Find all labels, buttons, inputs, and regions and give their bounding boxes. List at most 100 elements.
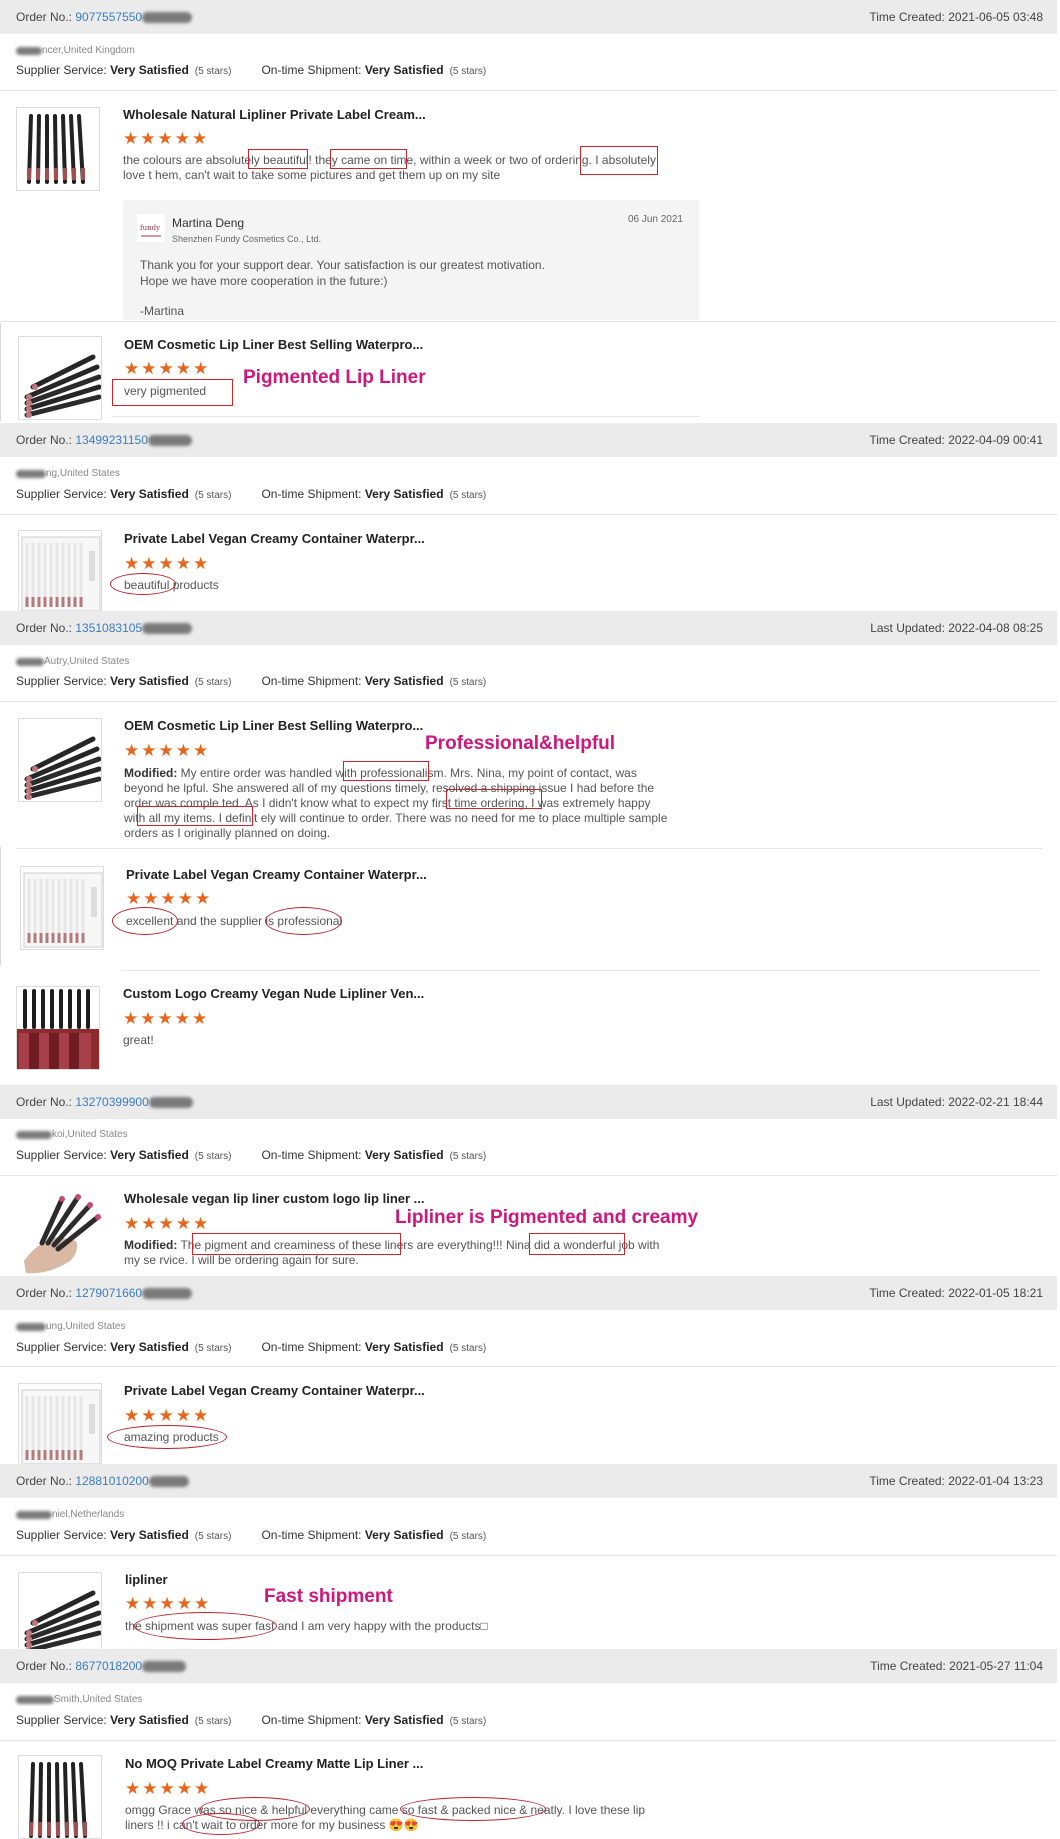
rating-stars: ★★★★★ [124,359,211,378]
divider [0,514,1057,515]
product-title[interactable]: Wholesale Natural Lipliner Private Label… [123,107,426,122]
product-thumbnail[interactable] [16,986,100,1070]
annotation-label: Lipliner is Pigmented and creamy [395,1207,699,1228]
buyer-info: ung,United States [16,1321,126,1332]
service-rating: Supplier Service: Very Satisfied (5 stars… [16,1340,487,1354]
divider [0,1740,1057,1741]
order-number: Order No.: 13499231150 [16,433,192,447]
lipliner-swatch-image [17,987,99,1069]
service-rating: Supplier Service: Very Satisfied (5 stars… [16,63,487,77]
divider [0,1555,1057,1556]
lipliner-pencils-image [29,1762,87,1838]
rating-stars: ★★★★★ [125,1779,212,1798]
order-time: Last Updated: 2022-02-21 18:44 [870,1095,1043,1109]
order-time: Time Created: 2021-06-05 03:48 [869,10,1043,24]
reply-signature: -Martina [140,304,185,318]
lipliner-fan-image [24,736,101,800]
product-title[interactable]: OEM Cosmetic Lip Liner Best Selling Wate… [124,337,423,352]
supplier-reply: fundy Martina Deng Shenzhen Fundy Cosmet… [123,200,699,320]
product-title[interactable]: Private Label Vegan Creamy Container Wat… [124,1383,425,1398]
service-rating: Supplier Service: Very Satisfied (5 stars… [16,1713,487,1727]
product-title[interactable]: Wholesale vegan lip liner custom logo li… [124,1191,425,1206]
product-thumbnail[interactable] [18,530,102,614]
product-thumbnail[interactable] [18,336,102,420]
reply-line: Thank you for your support dear. Your sa… [140,258,545,272]
service-rating: Supplier Service: Very Satisfied (5 stars… [16,1148,487,1162]
product-title[interactable]: lipliner [125,1572,168,1587]
order-number: Order No.: 12881010200 [16,1474,189,1488]
order-header: Order No.: 8677018200 Time Created: 2021… [0,1649,1057,1683]
rating-stars: ★★★★★ [126,889,213,908]
buyer-info: Smith,United States [16,1694,142,1705]
order-number-link[interactable]: 1351083105 [75,621,142,635]
rating-stars: ★★★★★ [124,554,211,573]
lipliner-fan-image [24,354,101,418]
divider [0,1175,1057,1176]
product-thumbnail[interactable] [18,718,102,802]
order-number: Order No.: 9077557550 [16,10,193,24]
review-text: amazing products [124,1430,219,1444]
order-time: Last Updated: 2022-04-08 08:25 [870,621,1043,635]
product-thumbnail[interactable] [18,1191,102,1275]
review-text: very pigmented [124,384,207,398]
lipliner-box-image [21,1389,101,1465]
reply-author: Martina Deng [172,216,245,230]
product-title[interactable]: OEM Cosmetic Lip Liner Best Selling Wate… [124,718,423,733]
review-text: great! [123,1033,154,1047]
annotation-label: Pigmented Lip Liner [243,367,426,388]
review-text: excellent and the supplier is profession… [126,914,343,928]
order-time: Time Created: 2022-01-05 18:21 [869,1286,1043,1300]
buyer-info: ng,United States [16,468,120,479]
hand-holding-lipliners-image [18,1191,102,1275]
rating-stars: ★★★★★ [123,1009,210,1028]
divider [16,848,1042,849]
product-thumbnail[interactable] [20,866,104,950]
order-header: Order No.: 1279071660 Time Created: 2022… [0,1276,1057,1310]
order-time: Time Created: 2022-01-04 13:23 [869,1474,1043,1488]
order-header: Order No.: 1351083105 Last Updated: 2022… [0,611,1057,645]
product-thumbnail[interactable] [18,1383,102,1467]
rating-stars: ★★★★★ [124,1214,211,1233]
product-thumbnail[interactable] [18,1572,102,1656]
product-thumbnail[interactable] [18,1755,102,1839]
product-thumbnail[interactable] [16,107,100,191]
review-text: beautiful products [124,578,219,592]
buyer-info: ncer,United Kingdom [16,45,135,56]
order-header: Order No.: 13499231150 Time Created: 202… [0,423,1057,457]
order-number-link[interactable]: 13270399900 [75,1095,148,1109]
review-text: omgg Grace was so nice & helpful everyth… [125,1803,646,1832]
buyer-info: koi,United States [16,1129,128,1140]
product-title[interactable]: Private Label Vegan Creamy Container Wat… [126,867,427,882]
buyer-info: niel,Netherlands [16,1509,124,1520]
lipliner-box-image [21,536,101,612]
service-rating: Supplier Service: Very Satisfied (5 stars… [16,1528,487,1542]
divider [122,970,1040,971]
reply-company: Shenzhen Fundy Cosmetics Co., Ltd. [172,234,322,244]
order-number-link[interactable]: 8677018200 [75,1659,142,1673]
order-header: Order No.: 13270399900 Last Updated: 202… [0,1085,1057,1119]
product-title[interactable]: No MOQ Private Label Creamy Matte Lip Li… [125,1756,423,1771]
product-title[interactable]: Custom Logo Creamy Vegan Nude Lipliner V… [123,986,424,1001]
product-title[interactable]: Private Label Vegan Creamy Container Wat… [124,531,425,546]
reply-line: Hope we have more cooperation in the fut… [140,274,388,288]
order-number: Order No.: 1351083105 [16,621,193,635]
service-rating: Supplier Service: Very Satisfied (5 stars… [16,674,487,688]
order-number-link[interactable]: 9077557550 [75,10,142,24]
order-number-link[interactable]: 1279071660 [75,1286,142,1300]
order-number: Order No.: 13270399900 [16,1095,193,1109]
order-number: Order No.: 1279071660 [16,1286,193,1300]
order-number-link[interactable]: 12881010200 [75,1474,148,1488]
order-header: Order No.: 9077557550 Time Created: 2021… [0,0,1057,34]
rating-stars: ★★★★★ [125,1594,212,1613]
lipliner-fan-image [24,1590,101,1654]
annotation-label: Professional&helpful [425,733,616,754]
divider [0,323,1,421]
service-rating: Supplier Service: Very Satisfied (5 stars… [16,487,487,501]
review-text: Modified: My entire order was handled wi… [124,766,668,840]
reply-date: 06 Jun 2021 [627,214,683,225]
review-text: Modified: The pigment and creaminess of … [124,1238,660,1267]
order-time: Time Created: 2021-05-27 11:04 [870,1659,1043,1673]
order-number-link[interactable]: 13499231150 [75,433,148,447]
supplier-logo-icon: fundy [137,214,165,242]
rating-stars: ★★★★★ [123,129,210,148]
